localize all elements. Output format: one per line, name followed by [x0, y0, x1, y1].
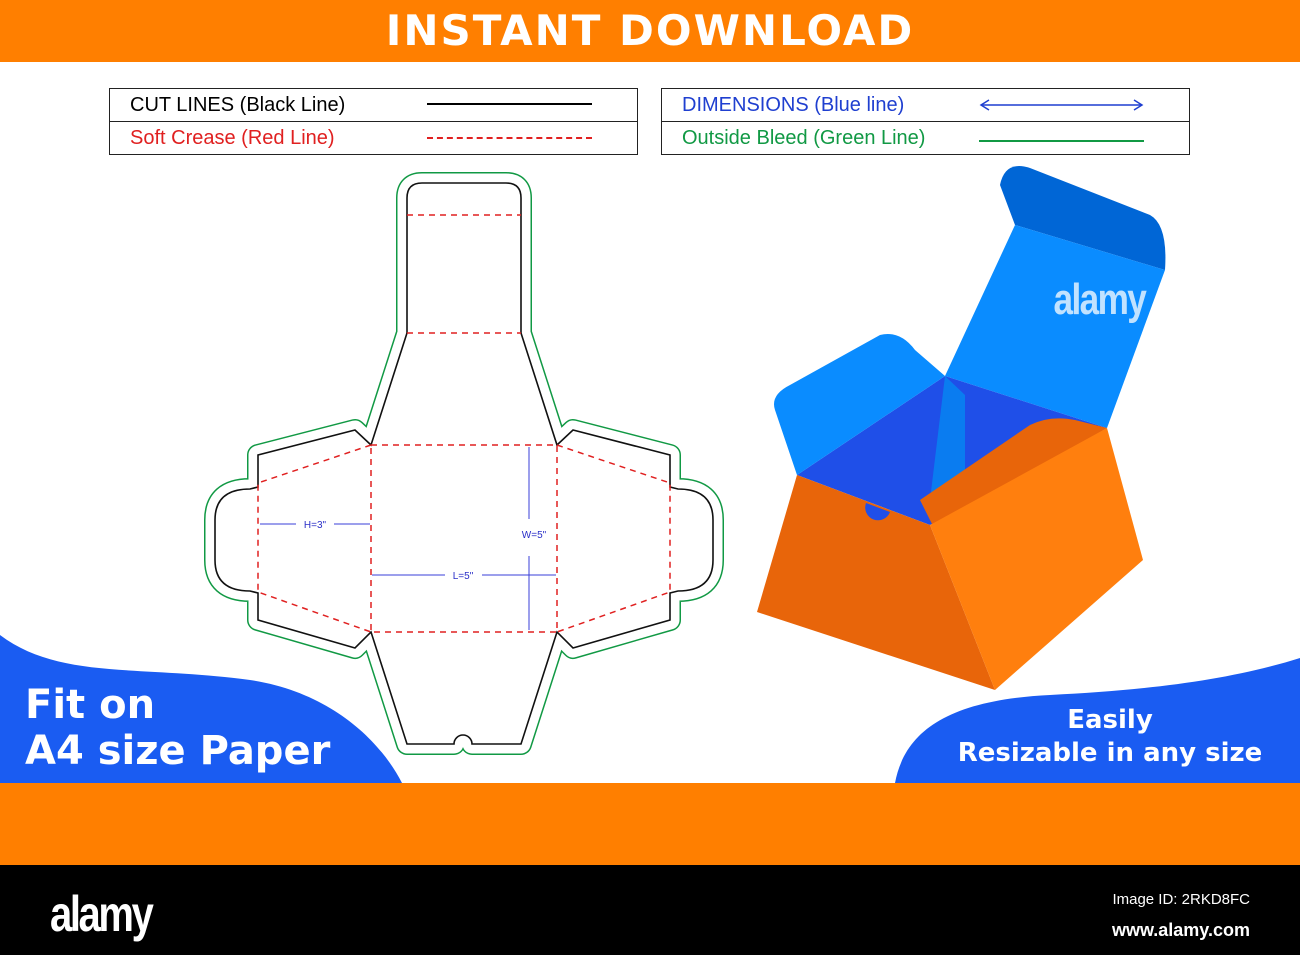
fit-a4-line1: Fit on	[25, 682, 156, 728]
image-info: Image ID: 2RKD8FC www.alamy.com	[1112, 885, 1250, 945]
resizable-line1: Easily	[1067, 705, 1153, 735]
alamy-url: www.alamy.com	[1111, 920, 1250, 940]
image-id: Image ID: 2RKD8FC	[1112, 891, 1250, 908]
fit-a4-line2: A4 size Paper	[25, 728, 331, 774]
footer-bar: alamy Image ID: 2RKD8FC www.alamy.com	[0, 865, 1300, 955]
watermark-logo: alamy	[1053, 275, 1146, 324]
resizable-line2: Resizable in any size	[957, 738, 1263, 768]
bottom-banner	[0, 783, 1300, 865]
alamy-logo: alamy	[50, 886, 154, 942]
